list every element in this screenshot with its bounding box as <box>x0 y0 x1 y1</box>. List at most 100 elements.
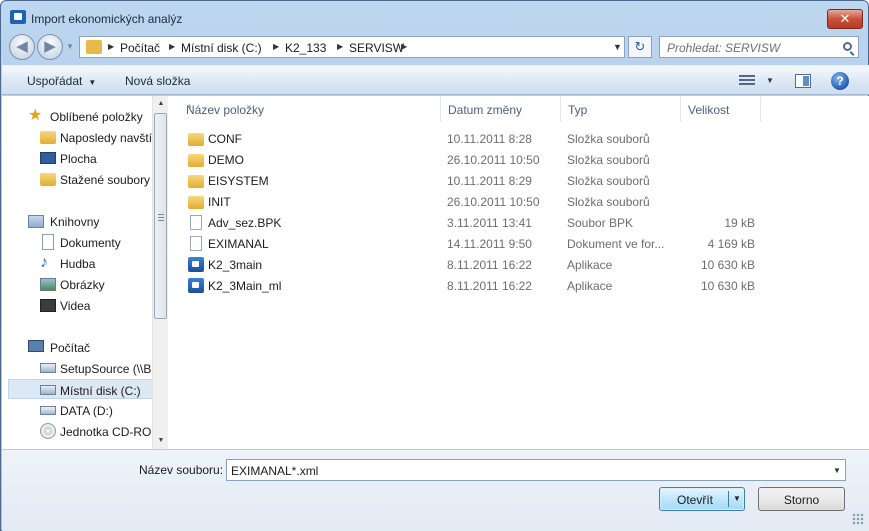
change-view-icon[interactable] <box>739 75 755 87</box>
file-size: 4 169 kB <box>707 237 755 251</box>
nav-item-downloads[interactable]: Stažené soubory <box>8 169 152 189</box>
nav-item-label: SetupSource (\\B <box>60 362 152 376</box>
column-header-type[interactable]: Typ <box>561 96 681 122</box>
nav-item-label: Knihovny <box>50 215 100 229</box>
back-button[interactable]: ◀ <box>9 34 35 60</box>
documents-icon <box>42 234 54 250</box>
nav-item-desktop[interactable]: Plocha <box>8 148 152 168</box>
breadcrumb-k2-133[interactable]: K2_133 <box>285 41 326 55</box>
nav-item-data-d[interactable]: DATA (D:) <box>8 400 152 420</box>
nav-item-label: Jednotka CD-ROM <box>60 425 152 439</box>
file-row[interactable]: EISYSTEM 10.11.2011 8:29 Složka souborů <box>169 170 869 191</box>
breadcrumb-separator-icon[interactable]: ▶ <box>401 42 407 51</box>
nav-item-label: Počítač <box>50 341 91 355</box>
breadcrumb-local-disk[interactable]: Místní disk (C:) <box>181 41 262 55</box>
file-date: 26.10.2011 10:50 <box>447 153 540 167</box>
nav-item-setup-source[interactable]: SetupSource (\\B <box>8 358 152 378</box>
breadcrumb-separator-icon[interactable]: ▶ <box>337 42 343 51</box>
file-row[interactable]: Adv_sez.BPK 3.11.2011 13:41 Soubor BPK 1… <box>169 212 869 233</box>
views-dropdown-icon[interactable]: ▼ <box>766 76 774 85</box>
file-type: Složka souborů <box>567 174 650 188</box>
nav-item-libraries[interactable]: Knihovny <box>8 211 152 231</box>
nav-item-documents[interactable]: Dokumenty <box>8 232 152 252</box>
breadcrumb-separator-icon[interactable]: ▶ <box>108 42 114 51</box>
file-name: Adv_sez.BPK <box>208 216 282 230</box>
refresh-button[interactable]: ↻ <box>628 36 652 58</box>
recent-locations-arrow-icon[interactable]: ▼ <box>66 42 74 51</box>
breadcrumb-separator-icon[interactable]: ▶ <box>273 42 279 51</box>
file-row[interactable]: CONF 10.11.2011 8:28 Složka souborů <box>169 128 869 149</box>
network-drive-icon <box>40 363 56 373</box>
file-row[interactable]: K2_3Main_ml 8.11.2011 16:22 Aplikace 10 … <box>169 275 869 296</box>
music-icon: ♪ <box>40 254 48 271</box>
resize-grip-icon[interactable] <box>852 513 864 525</box>
file-name: CONF <box>208 132 242 146</box>
breadcrumb-servisw[interactable]: SERVISW <box>349 41 404 55</box>
filename-field[interactable]: EXIMANAL*.xml ▼ <box>226 459 846 481</box>
help-icon[interactable]: ? <box>831 72 849 90</box>
breadcrumb-computer[interactable]: Počítač <box>120 41 160 55</box>
forward-button[interactable]: ▶ <box>37 34 63 60</box>
nav-item-label: Plocha <box>60 152 97 166</box>
nav-item-label: Videa <box>60 299 91 313</box>
search-input[interactable]: Prohledat: SERVISW <box>659 36 859 58</box>
file-date: 26.10.2011 10:50 <box>447 195 540 209</box>
filename-dropdown-icon[interactable]: ▼ <box>833 466 841 475</box>
column-header-size[interactable]: Velikost <box>681 96 761 122</box>
address-bar[interactable]: ▶ Počítač ▶ Místní disk (C:) ▶ K2_133 ▶ … <box>79 36 625 58</box>
nav-item-cd-rom[interactable]: Jednotka CD-ROM <box>8 421 152 441</box>
file-row[interactable]: K2_3main 8.11.2011 16:22 Aplikace 10 630… <box>169 254 869 275</box>
file-name: K2_3Main_ml <box>208 279 282 293</box>
file-row[interactable]: EXIMANAL 14.11.2011 9:50 Dokument ve for… <box>169 233 869 254</box>
search-placeholder: Prohledat: SERVISW <box>667 41 781 55</box>
column-header-label: Typ <box>568 103 588 117</box>
nav-item-videos[interactable]: Videa <box>8 295 152 315</box>
nav-item-recent-places[interactable]: Naposledy navštívené <box>8 127 152 147</box>
file-icon <box>190 236 202 251</box>
column-header-date[interactable]: Datum změny <box>441 96 561 122</box>
split-divider <box>728 491 729 507</box>
navigation-pane: ★ Oblíbené položky Naposledy navštívené … <box>2 96 152 449</box>
folder-icon <box>188 175 204 188</box>
navigation-bar: ◀ ▶ ▼ ▶ Počítač ▶ Místní disk (C:) ▶ K2_… <box>7 33 864 61</box>
scrollbar-thumb[interactable] <box>154 113 167 319</box>
organize-button[interactable]: Uspořádat ▼ <box>27 74 96 88</box>
open-button[interactable]: Otevřít ▼ <box>659 487 745 511</box>
file-name: INIT <box>208 195 231 209</box>
open-options-arrow-icon[interactable]: ▼ <box>733 494 741 503</box>
scroll-down-icon[interactable]: ▼ <box>153 433 169 449</box>
folder-icon <box>188 196 204 209</box>
file-row[interactable]: INIT 26.10.2011 10:50 Složka souborů <box>169 191 869 212</box>
computer-icon <box>28 340 44 352</box>
application-icon <box>10 10 26 24</box>
preview-pane-icon[interactable] <box>795 74 811 88</box>
breadcrumb-separator-icon[interactable]: ▶ <box>169 42 175 51</box>
nav-item-favorites[interactable]: ★ Oblíbené položky <box>8 106 152 126</box>
close-button[interactable]: ✕ <box>827 9 863 29</box>
nav-item-computer[interactable]: Počítač <box>8 337 152 357</box>
nav-item-pictures[interactable]: Obrázky <box>8 274 152 294</box>
scroll-up-icon[interactable]: ▲ <box>153 96 169 112</box>
videos-icon <box>40 299 56 312</box>
nav-item-local-disk-c[interactable]: Místní disk (C:) <box>8 379 152 399</box>
sort-ascending-icon: ▲ <box>186 103 193 110</box>
nav-item-label: Dokumenty <box>60 236 121 250</box>
file-type: Složka souborů <box>567 153 650 167</box>
cancel-button[interactable]: Storno <box>758 487 845 511</box>
file-date: 10.11.2011 8:28 <box>447 132 532 146</box>
nav-item-label: Místní disk (C:) <box>60 384 141 398</box>
filename-label: Název souboru: <box>139 463 224 477</box>
column-header-name[interactable]: Název položky ▲ <box>179 96 441 122</box>
search-icon[interactable] <box>843 42 852 51</box>
column-header-label: Název položky <box>186 103 265 117</box>
new-folder-button[interactable]: Nová složka <box>125 74 190 88</box>
downloads-icon <box>40 173 56 186</box>
file-open-dialog: Import ekonomických analýz ✕ ◀ ▶ ▼ ▶ Poč… <box>0 0 869 531</box>
navigation-pane-scrollbar[interactable]: ▲ ▼ <box>152 96 168 449</box>
file-type: Složka souborů <box>567 132 650 146</box>
file-date: 3.11.2011 13:41 <box>447 216 532 230</box>
command-toolbar: Uspořádat ▼ Nová složka ▼ ? <box>2 65 869 95</box>
nav-item-music[interactable]: ♪ Hudba <box>8 253 152 273</box>
file-row[interactable]: DEMO 26.10.2011 10:50 Složka souborů <box>169 149 869 170</box>
address-dropdown-icon[interactable]: ▼ <box>613 42 622 52</box>
